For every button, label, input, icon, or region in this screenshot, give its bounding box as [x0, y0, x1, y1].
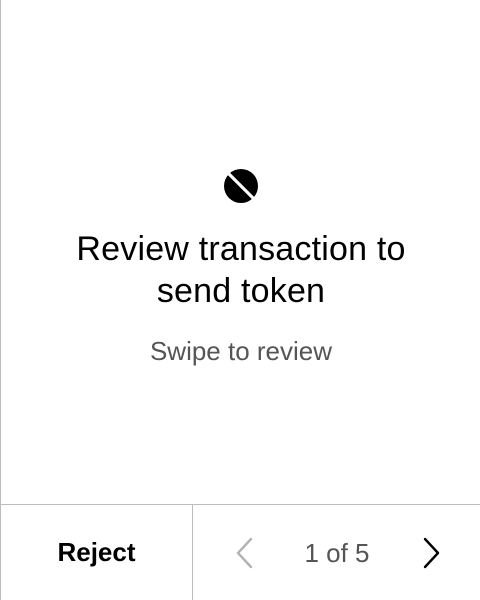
next-page-button[interactable] [415, 533, 447, 573]
reject-button[interactable]: Reject [1, 505, 193, 600]
chevron-right-icon [423, 537, 440, 569]
page-indicator: 1 of 5 [304, 538, 370, 568]
review-content: Review transaction to send token Swipe t… [1, 0, 480, 504]
device-screen: Review transaction to send token Swipe t… [0, 0, 480, 600]
footer-bar: Reject 1 of 5 [1, 504, 480, 600]
page-title-line-1: Review transaction to [76, 230, 406, 268]
pager: 1 of 5 [193, 505, 480, 600]
swipe-hint: Swipe to review [149, 336, 333, 366]
page-title-line-2: send token [156, 272, 326, 310]
previous-page-button[interactable] [229, 533, 261, 573]
token-logo-icon [224, 169, 258, 203]
chevron-left-icon [236, 537, 253, 569]
page-title: Review transaction to send token [21, 228, 461, 312]
